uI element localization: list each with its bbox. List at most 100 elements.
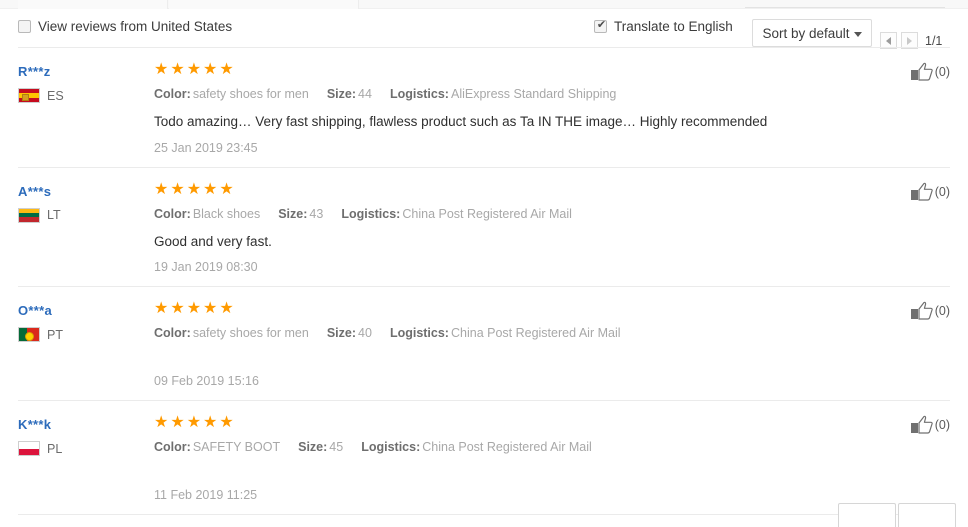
reviews-toolbar: View reviews from United States Translat…	[0, 9, 968, 49]
attr-color-label: Color:	[154, 440, 191, 455]
country-flag-icon	[18, 207, 40, 223]
attr-logistics-value: China Post Registered Air Mail	[422, 440, 592, 455]
star-rating: ★★★★★	[154, 414, 236, 432]
attr-logistics: Logistics: China Post Registered Air Mail	[390, 326, 621, 340]
attr-logistics-value: China Post Registered Air Mail	[402, 206, 572, 221]
thumbs-up-icon	[910, 415, 933, 434]
top-strip-segment	[18, 0, 168, 9]
review-date: 19 Jan 2019 08:30	[154, 260, 258, 275]
reviewer-country: PL	[18, 441, 136, 457]
review-attributes: Color: safety shoes for men Size: 44 Logisti…	[154, 87, 840, 101]
reviewer-username[interactable]: K***k	[18, 417, 136, 432]
view-reviews-checkbox[interactable]	[18, 20, 31, 33]
reviewer-username[interactable]: O***a	[18, 303, 136, 318]
view-reviews-from-country-toggle[interactable]: View reviews from United States	[18, 19, 232, 34]
reviewer-country: ES	[18, 88, 136, 103]
triangle-right-icon	[907, 36, 912, 45]
review-comment	[154, 465, 840, 479]
attr-size: Size: 40	[327, 326, 372, 340]
attr-color: Color: SAFETY BOOT	[154, 440, 280, 454]
bottom-pagination-button[interactable]	[838, 503, 896, 527]
thumbs-up-icon	[910, 301, 933, 320]
translate-checkbox[interactable]	[594, 18, 608, 33]
thumbs-up-icon	[910, 182, 933, 201]
reviewer-info: O***a PT	[18, 303, 136, 343]
top-strip-line	[745, 7, 945, 8]
attr-color: Color: safety shoes for men	[154, 326, 309, 340]
helpful-count: (0)	[934, 65, 950, 79]
attr-size-value: 40	[358, 326, 372, 341]
attr-logistics: Logistics: China Post Registered Air Mail	[361, 440, 592, 454]
country-flag-icon	[18, 327, 40, 343]
attr-size-label: Size:	[298, 440, 328, 455]
attr-color-value: safety shoes for men	[192, 326, 309, 341]
attr-logistics-label: Logistics:	[389, 326, 449, 341]
attr-size-value: 45	[329, 440, 344, 455]
helpful-count: (0)	[934, 418, 950, 433]
reviewer-username[interactable]: R***z	[18, 64, 136, 79]
review-attributes: Color: SAFETY BOOT Size: 45 Logistics: China …	[154, 440, 840, 454]
review-content: ★★★★★ Color: safety shoes for men Size: 40 L…	[154, 300, 950, 389]
attr-color-label: Color:	[154, 206, 191, 221]
review-comment: Todo amazing… Very fast shipping, flawle…	[154, 114, 768, 129]
attr-color-label: Color:	[154, 326, 191, 341]
view-reviews-label: View reviews from United States	[38, 19, 233, 34]
helpful-count: (0)	[934, 184, 950, 199]
helpful-button[interactable]: (0)	[910, 182, 950, 202]
attr-color-value: Black shoes	[192, 206, 261, 221]
bottom-cutoff-area	[0, 489, 968, 527]
attr-color: Color: safety shoes for men	[154, 87, 309, 101]
reviewer-country: LT	[18, 207, 136, 223]
country-flag-icon	[18, 441, 40, 457]
star-rating: ★★★★★	[154, 300, 236, 318]
review-item: O***a PT ★★★★★ Color: safety shoes for me…	[18, 287, 950, 402]
translate-label: Translate to English	[614, 19, 733, 34]
review-item: A***s LT ★★★★★ Color: Black shoes Size: 43 L…	[18, 168, 950, 288]
review-list: R***z ES ★★★★★ Color: safety shoes for me…	[0, 48, 968, 516]
attr-size: Size: 43	[278, 207, 323, 221]
helpful-button[interactable]: (0)	[910, 62, 950, 82]
attr-size: Size: 45	[298, 440, 343, 454]
attr-logistics-label: Logistics:	[389, 87, 449, 101]
review-content: ★★★★★ Color: safety shoes for men Size: 44 L…	[154, 62, 950, 155]
attr-color-value: SAFETY BOOT	[192, 440, 281, 455]
top-strip-segment	[169, 0, 359, 9]
sort-dropdown-button[interactable]: Sort by default	[752, 19, 872, 47]
attr-logistics-label: Logistics:	[361, 440, 421, 455]
country-flag-icon	[18, 88, 40, 103]
review-item: R***z ES ★★★★★ Color: safety shoes for me…	[18, 48, 950, 168]
attr-size-label: Size:	[278, 206, 308, 221]
attr-size-value: 43	[309, 206, 324, 221]
attr-color-value: safety shoes for men	[192, 87, 309, 101]
star-rating: ★★★★★	[154, 180, 236, 198]
triangle-left-icon	[886, 36, 891, 45]
bottom-pagination-button[interactable]	[898, 503, 956, 527]
reviewer-info: A***s LT	[18, 184, 136, 223]
attr-size: Size: 44	[327, 87, 372, 101]
country-code: PT	[47, 327, 63, 342]
attr-logistics-label: Logistics:	[341, 206, 401, 221]
chevron-down-icon	[853, 31, 862, 37]
helpful-button[interactable]: (0)	[910, 301, 950, 321]
review-comment: Good and very fast.	[154, 233, 272, 249]
review-content: ★★★★★ Color: Black shoes Size: 43 Logistics:…	[154, 180, 950, 275]
helpful-count: (0)	[934, 304, 950, 319]
country-code: LT	[47, 208, 61, 223]
attr-logistics: Logistics: AliExpress Standard Shipping	[390, 87, 616, 101]
attr-color: Color: Black shoes	[154, 207, 260, 221]
attr-size-value: 44	[358, 87, 372, 101]
attr-size-label: Size:	[326, 87, 357, 101]
review-attributes: Color: Black shoes Size: 43 Logistics: China …	[154, 207, 840, 221]
helpful-button[interactable]: (0)	[910, 415, 950, 435]
reviewer-country: PT	[18, 327, 136, 343]
star-rating: ★★★★★	[154, 61, 236, 78]
country-code: PL	[47, 441, 63, 456]
attr-logistics-value: AliExpress Standard Shipping	[450, 87, 617, 101]
translate-to-english-toggle[interactable]: Translate to English	[594, 18, 733, 34]
reviewer-username[interactable]: A***s	[18, 184, 136, 199]
top-cutoff-strip	[0, 0, 968, 9]
reviewer-info: R***z ES	[18, 64, 136, 103]
reviewer-info: K***k PL	[18, 417, 136, 457]
review-comment	[154, 351, 840, 365]
page-indicator: 1/1	[925, 33, 943, 48]
